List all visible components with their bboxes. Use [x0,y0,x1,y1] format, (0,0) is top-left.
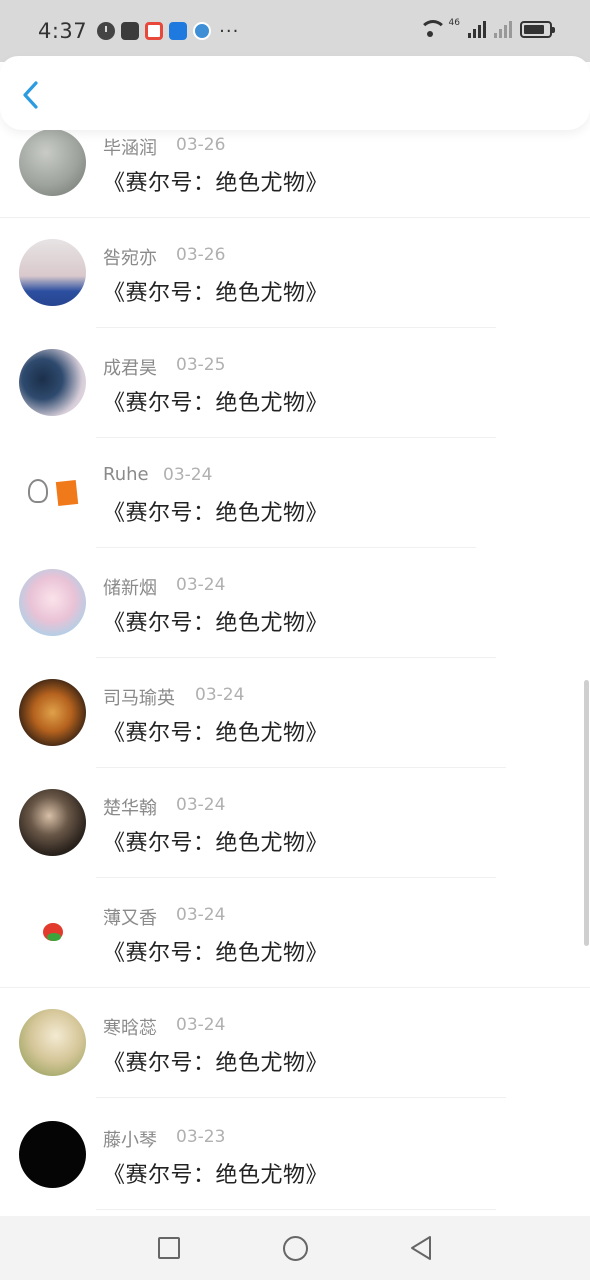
status-bar: 4:37 ··· 46 [0,0,590,62]
post-date: 03-25 [176,355,226,375]
app-notification-icon [145,22,164,40]
user-name[interactable]: 成君昊 [103,354,157,380]
list-item[interactable]: 成君昊 03-25 《赛尔号：绝色尤物》 [0,328,590,438]
system-nav-bar [0,1216,590,1280]
user-name[interactable]: 毕涵润 [103,134,157,160]
user-name[interactable]: 咎宛亦 [103,244,157,270]
user-name[interactable]: 楚华翰 [103,794,157,820]
post-title[interactable]: 《赛尔号：绝色尤物》 [103,1157,328,1189]
back-button[interactable] [18,78,48,112]
avatar[interactable] [19,899,86,966]
list-item[interactable]: 藤小琴 03-23 《赛尔号：绝色尤物》 [0,1098,590,1210]
list-item[interactable]: 楚华翰 03-24 《赛尔号：绝色尤物》 [0,768,590,878]
scrollbar[interactable] [584,680,589,946]
post-date: 03-24 [176,575,226,595]
user-name[interactable]: Ruhe [103,464,149,485]
wifi-icon [418,20,447,38]
post-title[interactable]: 《赛尔号：绝色尤物》 [103,275,328,307]
post-date: 03-24 [163,465,213,485]
chevron-left-icon [23,81,38,109]
post-title[interactable]: 《赛尔号：绝色尤物》 [103,165,328,197]
post-date: 03-24 [195,685,245,705]
user-name[interactable]: 寒晗蕊 [103,1014,157,1040]
header-bar [0,56,590,130]
avatar[interactable] [19,239,86,306]
post-title[interactable]: 《赛尔号：绝色尤物》 [103,385,328,417]
list-item[interactable]: 咎宛亦 03-26 《赛尔号：绝色尤物》 [0,218,590,328]
post-date: 03-26 [176,245,226,265]
avatar[interactable] [19,129,86,196]
mail-icon [121,22,140,40]
divider [96,1209,496,1210]
notification-icons: ··· [97,21,239,42]
post-date: 03-23 [176,1127,226,1147]
avatar[interactable] [19,459,86,526]
user-name[interactable]: 司马瑜英 [103,684,175,710]
list-item[interactable]: Ruhe 03-24 《赛尔号：绝色尤物》 [0,438,590,548]
avatar[interactable] [19,349,86,416]
weibo-icon [169,22,188,40]
list-item[interactable]: 司马瑜英 03-24 《赛尔号：绝色尤物》 [0,658,590,768]
post-date: 03-24 [176,1015,226,1035]
post-title[interactable]: 《赛尔号：绝色尤物》 [103,825,328,857]
post-title[interactable]: 《赛尔号：绝色尤物》 [103,715,328,747]
back-triangle-icon[interactable] [408,1234,434,1262]
avatar[interactable] [19,1121,86,1188]
avatar[interactable] [19,569,86,636]
post-date: 03-24 [176,795,226,815]
post-date: 03-24 [176,905,226,925]
post-title[interactable]: 《赛尔号：绝色尤物》 [103,1045,328,1077]
avatar[interactable] [19,679,86,746]
status-time: 4:37 [38,19,88,43]
clock-icon [97,22,116,40]
user-name[interactable]: 储新烟 [103,574,157,600]
more-notifications-icon: ··· [219,20,240,42]
list-item[interactable]: 薄又香 03-24 《赛尔号：绝色尤物》 [0,878,590,988]
signal-icon [468,20,486,38]
user-name[interactable]: 薄又香 [103,904,157,930]
post-title[interactable]: 《赛尔号：绝色尤物》 [103,605,328,637]
user-name[interactable]: 藤小琴 [103,1126,157,1152]
post-date: 03-26 [176,135,226,155]
post-title[interactable]: 《赛尔号：绝色尤物》 [103,495,328,527]
browser-icon [193,22,212,40]
avatar[interactable] [19,1009,86,1076]
network-type-label: 46 [448,18,460,28]
post-title[interactable]: 《赛尔号：绝色尤物》 [103,935,328,967]
list-item[interactable]: 储新烟 03-24 《赛尔号：绝色尤物》 [0,548,590,658]
battery-icon [520,20,555,38]
signal-weak-icon [494,20,512,38]
list-item[interactable]: 寒晗蕊 03-24 《赛尔号：绝色尤物》 [0,988,590,1098]
home-circle-icon[interactable] [283,1236,308,1261]
system-indicators: 46 [418,18,555,38]
avatar[interactable] [19,789,86,856]
recents-square-icon[interactable] [158,1237,180,1259]
